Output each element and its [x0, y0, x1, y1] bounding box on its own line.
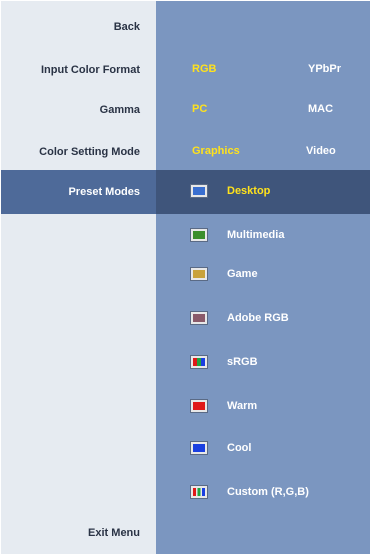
option-video[interactable]: Video	[306, 143, 336, 159]
preset-cool[interactable]: Cool	[190, 437, 251, 459]
preset-desktop[interactable]: Desktop	[190, 180, 270, 202]
preset-game[interactable]: Game	[190, 263, 258, 285]
preset-label: sRGB	[227, 356, 258, 368]
preset-label: Warm	[227, 400, 258, 412]
menu-item-exit-menu[interactable]: Exit Menu	[1, 511, 156, 555]
osd-menu: Back Input Color Format Gamma Color Sett…	[0, 0, 382, 556]
menu-item-color-setting-mode[interactable]: Color Setting Mode	[1, 130, 156, 174]
menu-item-preset-modes[interactable]: Preset Modes	[1, 170, 156, 214]
preset-label: Game	[227, 268, 258, 280]
preset-adobe-rgb[interactable]: Adobe RGB	[190, 307, 289, 329]
option-pc[interactable]: PC	[192, 101, 207, 117]
preset-multimedia[interactable]: Multimedia	[190, 224, 284, 246]
adobe-rgb-icon	[190, 311, 208, 325]
option-mac[interactable]: MAC	[308, 101, 333, 117]
cool-icon	[190, 441, 208, 455]
desktop-icon	[190, 184, 208, 198]
preset-label: Custom (R,G,B)	[227, 486, 309, 498]
game-icon	[190, 267, 208, 281]
preset-label: Cool	[227, 442, 252, 454]
menu-item-back[interactable]: Back	[1, 5, 156, 49]
multimedia-icon	[190, 228, 208, 242]
preset-warm[interactable]: Warm	[190, 395, 257, 417]
menu-item-input-color-format[interactable]: Input Color Format	[1, 48, 156, 92]
preset-label: Multimedia	[227, 229, 285, 241]
options-panel	[156, 1, 370, 554]
warm-icon	[190, 399, 208, 413]
srgb-icon	[190, 355, 208, 369]
preset-custom-rgb[interactable]: Custom (R,G,B)	[190, 481, 309, 503]
menu-item-gamma[interactable]: Gamma	[1, 88, 156, 132]
left-menu-panel: Back Input Color Format Gamma Color Sett…	[1, 1, 156, 554]
option-ypbpr[interactable]: YPbPr	[308, 61, 341, 77]
custom-rgb-icon	[190, 485, 208, 499]
preset-label: Desktop	[227, 185, 271, 197]
option-rgb[interactable]: RGB	[192, 61, 216, 77]
preset-label: Adobe RGB	[227, 312, 289, 324]
option-graphics[interactable]: Graphics	[192, 143, 240, 159]
preset-srgb[interactable]: sRGB	[190, 351, 258, 373]
